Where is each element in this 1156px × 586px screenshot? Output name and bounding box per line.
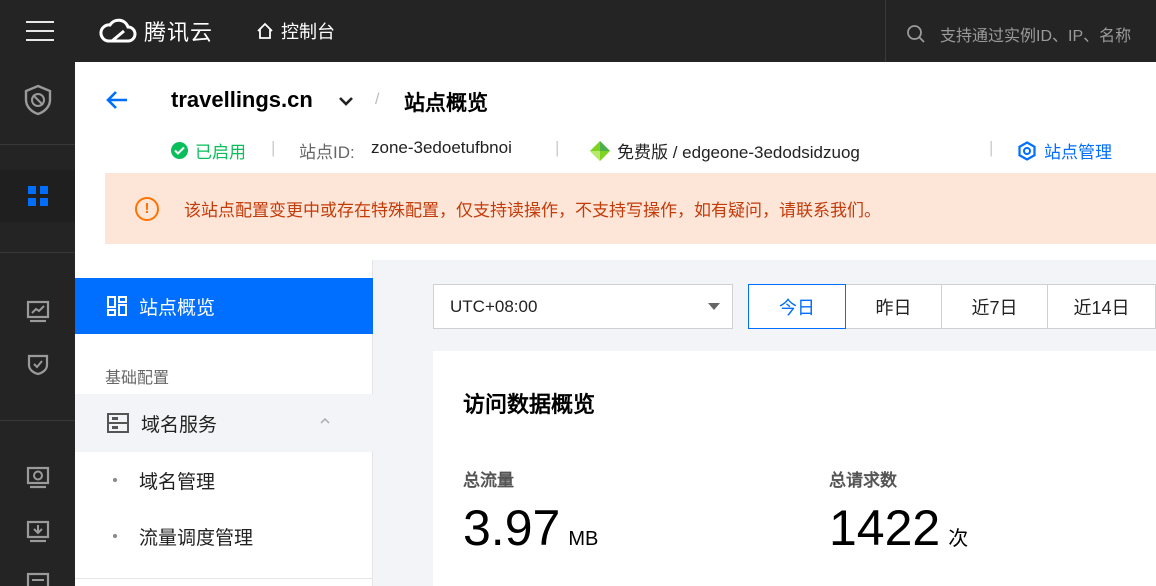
cloud-logo-icon (99, 18, 137, 43)
brand-name: 腾讯云 (144, 20, 214, 45)
diamond-icon (590, 140, 610, 161)
site-sidebar: 站点概览 基础配置 域名服务 域名管理 流量调度管理 (75, 260, 373, 586)
divider: | (555, 138, 560, 157)
metric-value: 3.97 (463, 500, 561, 556)
sidebar-item-label: 站点概览 (139, 297, 216, 319)
product-rail (0, 62, 75, 586)
rail-shield-icon[interactable] (0, 344, 75, 384)
status-label: 已启用 (195, 143, 246, 162)
search-placeholder: 支持通过实例ID、IP、名称 (940, 28, 1132, 45)
warning-icon: ! (135, 196, 159, 221)
top-navigation-bar: 腾讯云 控制台 支持通过实例ID、IP、名称 (0, 0, 1156, 68)
rail-list-icon[interactable] (0, 566, 75, 586)
caret-down-icon (708, 303, 720, 310)
page-title: 站点概览 (404, 92, 488, 115)
timezone-select[interactable]: UTC+08:00 (433, 284, 733, 329)
back-arrow-icon[interactable] (105, 90, 129, 110)
plan-info[interactable]: 免费版 / edgeone-3edodsidzuog (589, 138, 860, 163)
sidebar-group-label: 基础配置 (105, 370, 170, 387)
alert-message: 该站点配置变更中或存在特殊配置，仅支持读操作，不支持写操作，如有疑问，请联系我们… (184, 201, 881, 220)
sidebar-item-domain-management[interactable]: 域名管理 (75, 452, 373, 508)
sidebar-item-label: 域名服务 (141, 414, 218, 436)
metric-unit: 次 (948, 528, 969, 550)
site-manage-label: 站点管理 (1044, 143, 1112, 162)
console-link[interactable]: 控制台 (255, 18, 335, 44)
sidebar-item-label: 域名管理 (139, 471, 216, 493)
site-domain-selector[interactable]: travellings.cn (171, 87, 313, 113)
metric-label-traffic: 总流量 (463, 471, 514, 490)
bullet-icon (113, 534, 117, 538)
chevron-down-icon[interactable] (338, 95, 354, 107)
overview-grid-icon (107, 296, 127, 316)
rail-security-icon[interactable] (0, 76, 75, 124)
site-manage-link[interactable]: 站点管理 (1017, 138, 1112, 163)
range-tab-today[interactable]: 今日 (748, 284, 846, 329)
check-circle-icon (171, 142, 188, 159)
site-info-row: 已启用 | 站点ID: zone-3edoetufbnoi | 免费版 / ed… (171, 138, 1156, 162)
plan-label: 免费版 / edgeone-3edodsidzuog (617, 143, 860, 162)
breadcrumb-separator: / (375, 91, 380, 108)
range-tab-yesterday[interactable]: 昨日 (846, 284, 942, 329)
rail-download-icon[interactable] (0, 512, 75, 552)
metric-traffic: 3.97 MB (463, 499, 598, 557)
card-title: 访问数据概览 (463, 392, 596, 417)
brand-logo[interactable]: 腾讯云 (98, 16, 213, 46)
sidebar-item-overview[interactable]: 站点概览 (75, 278, 373, 334)
status-badge: 已启用 (171, 138, 246, 163)
global-search-input[interactable]: 支持通过实例ID、IP、名称 (885, 0, 1156, 68)
range-tab-14d[interactable]: 近14日 (1048, 284, 1156, 329)
config-warning-alert: ! 该站点配置变更中或存在特殊配置，仅支持读操作，不支持写操作，如有疑问，请联系… (105, 173, 1156, 244)
metric-value: 1422 (829, 500, 941, 556)
sidebar-item-label: 流量调度管理 (139, 527, 254, 549)
timezone-value: UTC+08:00 (450, 296, 538, 316)
metric-label-requests: 总请求数 (829, 471, 897, 490)
settings-hex-icon (1018, 140, 1036, 161)
metric-unit: MB (568, 528, 599, 550)
divider: | (271, 138, 276, 157)
sidebar-item-traffic-scheduling[interactable]: 流量调度管理 (75, 508, 373, 564)
rail-monitor-icon[interactable] (0, 292, 75, 332)
console-label: 控制台 (281, 22, 335, 42)
range-tab-7d[interactable]: 近7日 (942, 284, 1048, 329)
search-icon (907, 25, 925, 43)
server-icon (107, 413, 129, 433)
site-id-label: 站点ID: (299, 143, 355, 162)
rail-dashboard-icon[interactable] (0, 170, 75, 222)
sidebar-item-domain-service[interactable]: 域名服务 (75, 394, 373, 452)
chevron-up-icon[interactable] (319, 416, 331, 426)
bullet-icon (113, 478, 117, 482)
rail-report-icon[interactable] (0, 458, 75, 498)
site-id-value[interactable]: zone-3edoetufbnoi (371, 138, 512, 158)
access-overview-card: 访问数据概览 总流量 3.97 MB 总请求数 1422 次 (433, 351, 1156, 586)
menu-icon[interactable] (26, 21, 54, 41)
metric-requests: 1422 次 (829, 499, 968, 557)
home-icon (257, 22, 273, 39)
divider: | (989, 138, 994, 157)
site-header: travellings.cn / 站点概览 已启用 | 站点ID: zone-3… (75, 62, 1156, 260)
date-range-tabs: 今日 昨日 近7日 近14日 (748, 284, 1156, 329)
